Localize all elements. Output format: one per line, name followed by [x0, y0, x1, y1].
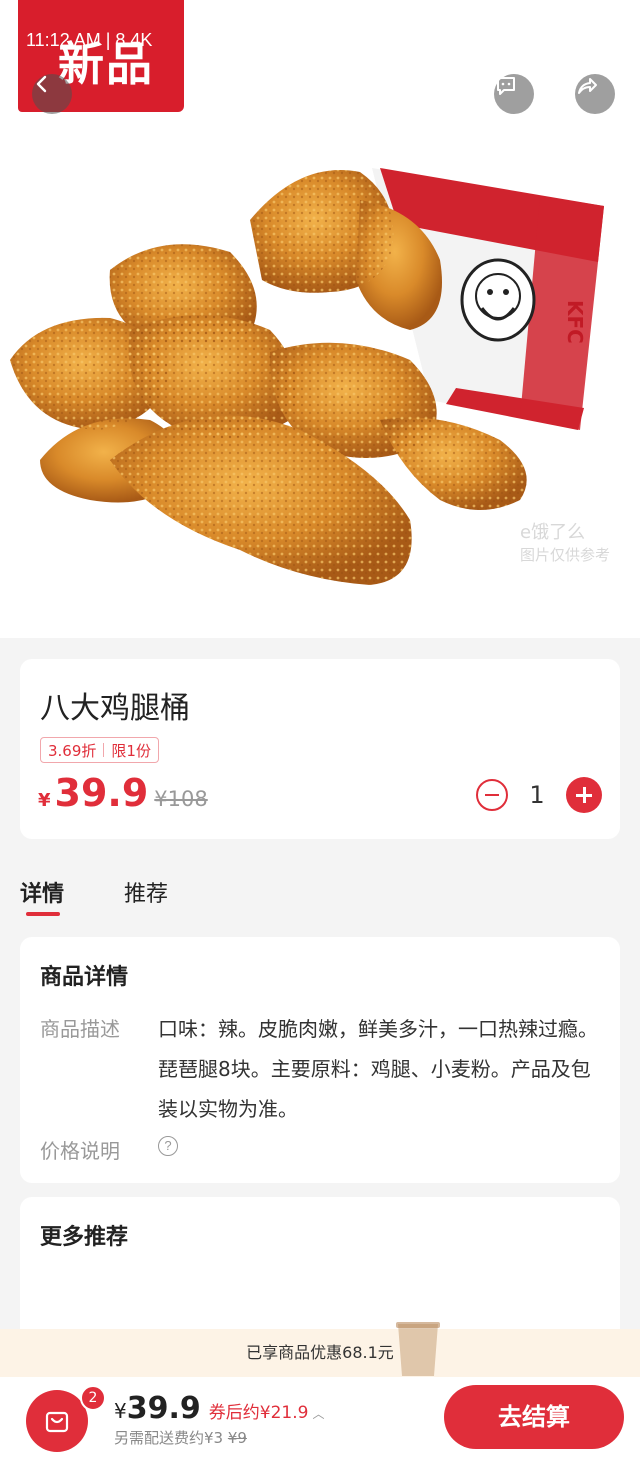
help-icon[interactable]: ?: [158, 1136, 178, 1156]
product-info-card: 八大鸡腿桶 3.69折 限1份 ¥ 39.9 ¥108 1: [20, 659, 620, 839]
current-price: 39.9: [54, 771, 149, 815]
image-watermark: e饿了么 图片仅供参考: [520, 522, 610, 566]
content-tabs: 详情 推荐: [0, 870, 640, 920]
drink-cup-image: [396, 1322, 440, 1376]
total-price-row: ¥ 39.9 券后约¥21.9 ︿: [114, 1391, 324, 1426]
watermark-logo: e饿了么: [520, 522, 586, 543]
active-tab-indicator: [26, 912, 60, 916]
cart-count-badge: 2: [80, 1385, 106, 1411]
chat-bubble-icon: [497, 77, 515, 95]
tab-details[interactable]: 详情: [20, 876, 64, 908]
quantity-value: 1: [529, 781, 545, 809]
watermark-caption: 图片仅供参考: [520, 546, 611, 564]
total-price: 39.9: [126, 1391, 201, 1426]
more-recommend-title: 更多推荐: [40, 1225, 129, 1250]
details-title: 商品详情: [40, 965, 129, 990]
decrease-quantity-button[interactable]: [476, 779, 508, 811]
cart-button[interactable]: [26, 1390, 88, 1452]
share-arrow-icon: [578, 78, 597, 94]
original-price: ¥108: [154, 787, 208, 811]
increase-quantity-button[interactable]: [566, 777, 602, 813]
minus-icon: [485, 794, 499, 796]
product-details-card: 商品详情 商品描述 口味：辣。皮脆肉嫩，鲜美多汁，一口热辣过瘾。琵琶腿8块。主要…: [20, 937, 620, 1183]
discount-tag: 3.69折: [48, 741, 97, 760]
checkout-button[interactable]: 去结算: [444, 1385, 624, 1449]
description-label: 商品描述: [40, 1017, 120, 1041]
message-button[interactable]: [494, 74, 534, 114]
product-name: 八大鸡腿桶: [40, 691, 190, 726]
limit-tag: 限1份: [111, 741, 151, 760]
price-explanation-label[interactable]: 价格说明: [40, 1135, 120, 1164]
delivery-fee-text: 另需配送费约¥3 ¥9: [114, 1427, 247, 1448]
chevron-left-icon: [36, 75, 47, 93]
quantity-stepper: 1: [476, 777, 602, 813]
total-currency: ¥: [114, 1399, 127, 1423]
shopping-bag-icon: [45, 1411, 69, 1433]
description-text: 口味：辣。皮脆肉嫩，鲜美多汁，一口热辣过瘾。琵琶腿8块。主要原料：鸡腿、小麦粉。…: [158, 1017, 598, 1121]
tab-recommend[interactable]: 推荐: [124, 876, 168, 908]
delivery-original-fee: ¥9: [227, 1429, 247, 1447]
price-row: ¥ 39.9 ¥108: [38, 771, 208, 815]
promo-tags: 3.69折 限1份: [40, 737, 159, 763]
after-coupon-price[interactable]: 券后约¥21.9: [209, 1398, 309, 1423]
chevron-up-icon[interactable]: ︿: [312, 1405, 324, 1422]
back-button[interactable]: [32, 74, 72, 114]
status-bar-time: 11:12 AM | 8.4K: [26, 30, 153, 50]
product-image: KFC 新品 11:12 AM | 8.4K e饿了么 图片仅供参考: [0, 0, 640, 638]
delivery-fee: 另需配送费约¥3: [114, 1429, 224, 1447]
currency-symbol: ¥: [38, 790, 51, 811]
bucket-logo-text: KFC: [563, 300, 587, 344]
share-button[interactable]: [575, 74, 615, 114]
discount-banner: 已享商品优惠68.1元: [0, 1329, 640, 1377]
checkout-bar: 2 ¥ 39.9 券后约¥21.9 ︿ 另需配送费约¥3 ¥9 去结算: [0, 1377, 640, 1457]
